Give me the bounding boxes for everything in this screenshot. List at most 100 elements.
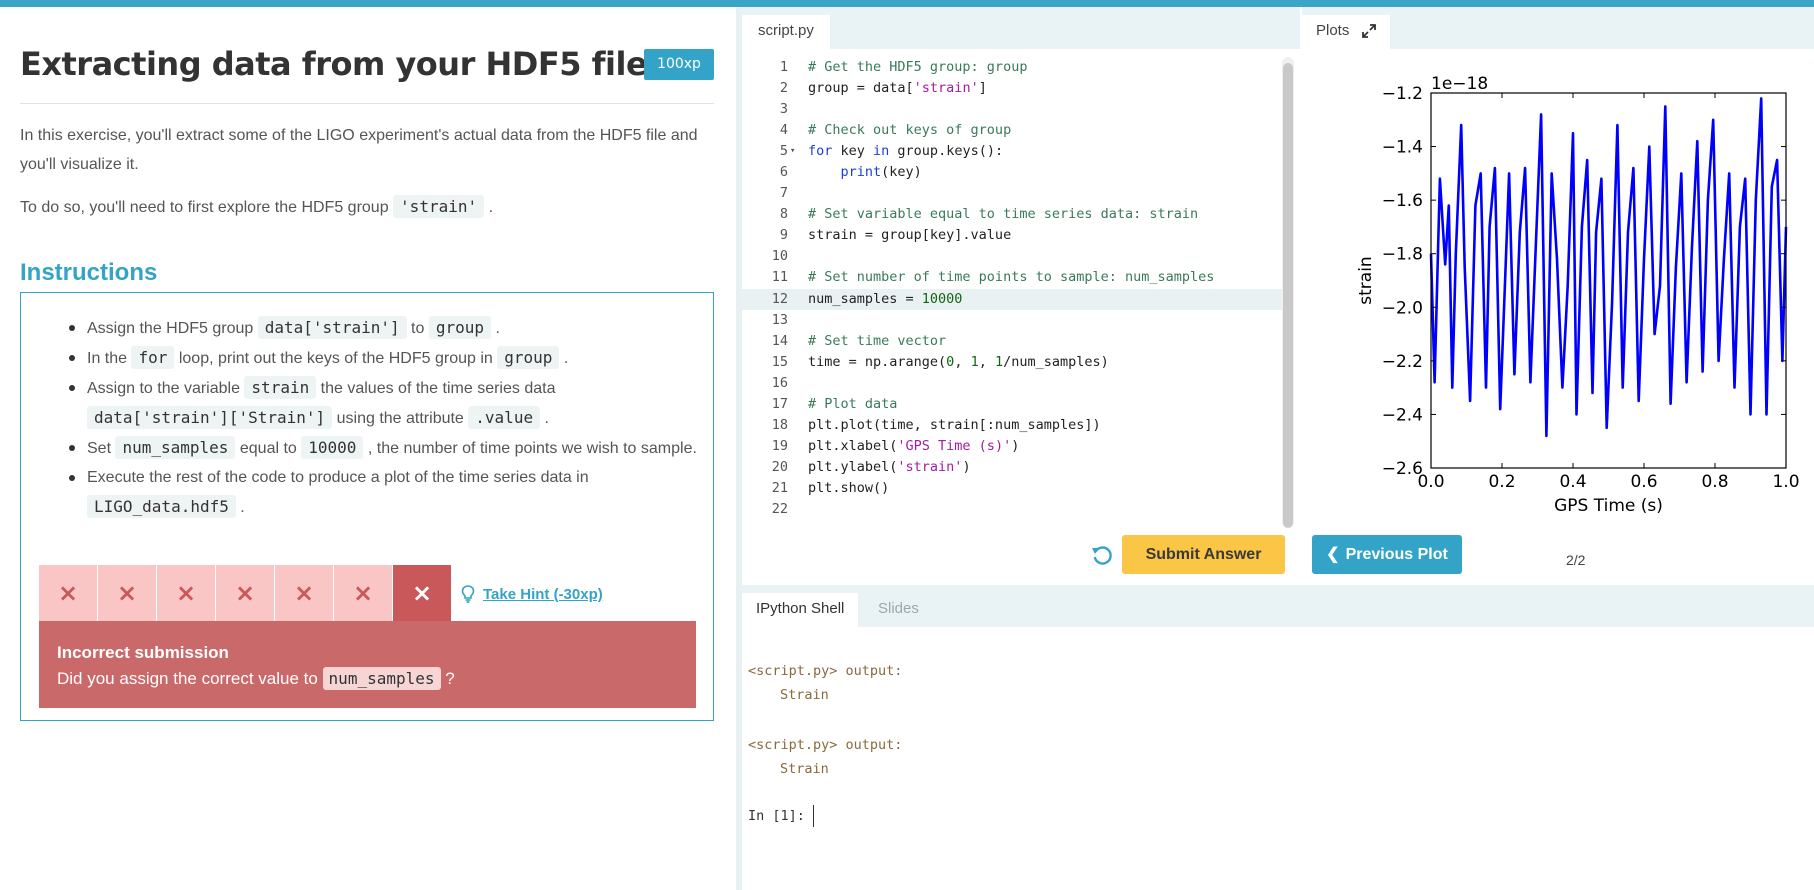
code-line[interactable]: 5 ▾ for key in group.keys(): [742, 141, 1282, 162]
line-number: 22 [771, 500, 788, 517]
exercise-description: In this exercise, you'll extract some of… [20, 127, 698, 173]
code-line[interactable]: 12 num_samples = 10000 [742, 288, 1282, 310]
instruction-text: . [491, 320, 500, 337]
para2-code: 'strain' [393, 195, 485, 218]
instruction-code: 10000 [301, 436, 364, 459]
line-code: plt.plot(time, strain[:num_samples]) [808, 416, 1101, 433]
code-line[interactable]: 10 [742, 246, 1282, 267]
exercise-title: Extracting data from your HDF5 file [20, 45, 648, 83]
attempt-marker: × [275, 565, 334, 621]
output-value: Strain [780, 687, 829, 703]
hint-label: Take Hint (-30xp) [483, 585, 603, 603]
y-tick-label: −1.4 [1382, 138, 1423, 158]
instruction-item: Set num_samples equal to 10000 , the num… [69, 433, 699, 463]
y-axis-label: strain [1356, 256, 1376, 304]
instruction-text: , the number of time points we wish to s… [363, 440, 697, 457]
line-code: num_samples = 10000 [808, 290, 963, 307]
code-line[interactable]: 19 plt.xlabel('GPS Time (s)') [742, 436, 1282, 457]
code-line[interactable]: 21 plt.show() [742, 478, 1282, 499]
fold-arrow-icon[interactable]: ▾ [790, 141, 795, 162]
code-line[interactable]: 11 # Set number of time points to sample:… [742, 267, 1282, 288]
code-line[interactable]: 1 # Get the HDF5 group: group [742, 57, 1282, 78]
attempt-marker: × [98, 565, 157, 621]
instruction-code: .value [468, 406, 541, 429]
y-tick-label: −2.0 [1382, 298, 1423, 318]
take-hint-link[interactable]: Take Hint (-30xp) [461, 585, 603, 603]
line-number: 4 [779, 122, 788, 139]
line-number: 8 [779, 206, 788, 223]
line-number: 10 [771, 248, 788, 265]
feedback-pre: Did you assign the correct value to [57, 669, 318, 688]
line-code: for key in group.keys(): [808, 143, 1004, 160]
instruction-text: . [540, 410, 549, 427]
editor-scrollbar-thumb[interactable] [1283, 63, 1293, 528]
attempt-marker: × [393, 565, 452, 621]
y-tick-label: −2.6 [1382, 459, 1423, 479]
line-number: 20 [771, 458, 788, 475]
previous-plot-button[interactable]: ❮ Previous Plot [1312, 535, 1462, 574]
shell-panel: IPython Shell Slides <script.py> output:… [742, 585, 1814, 890]
x-tick-label: 0.4 [1559, 472, 1586, 492]
instruction-item: Execute the rest of the code to produce … [69, 463, 699, 522]
feedback-post: ? [445, 669, 455, 688]
output-value: Strain [780, 761, 829, 777]
line-code: # Set number of time points to sample: n… [808, 269, 1215, 286]
code-line[interactable]: 20 plt.ylabel('strain') [742, 457, 1282, 478]
instruction-item: Assign to the variable strain the values… [69, 373, 699, 433]
code-line[interactable]: 6 print(key) [742, 162, 1282, 183]
tab-slides[interactable]: Slides [864, 593, 933, 627]
x-tick-label: 0.6 [1630, 472, 1657, 492]
instruction-code: data['strain']['Strain'] [87, 406, 333, 429]
code-line[interactable]: 2 group = data['strain'] [742, 78, 1282, 99]
y-offset-label: 1e−18 [1431, 74, 1488, 94]
instruction-text: . [235, 499, 245, 516]
submit-answer-button[interactable]: Submit Answer [1122, 535, 1285, 574]
attempt-marker: × [216, 565, 275, 621]
tab-ipython-shell[interactable]: IPython Shell [742, 593, 859, 627]
exercise-description-2: To do so, you'll need to first explore t… [20, 192, 493, 222]
instruction-code: group [428, 316, 492, 339]
reset-icon[interactable] [1090, 543, 1114, 567]
feedback-code: num_samples [322, 667, 441, 690]
x-tick-label: 1.0 [1772, 472, 1799, 492]
para2-text: To do so, you'll need to first explore t… [20, 199, 389, 216]
instruction-text: Assign the HDF5 group [87, 320, 258, 337]
line-number: 2 [779, 80, 788, 97]
tab-plots[interactable]: Plots [1302, 15, 1390, 49]
code-line[interactable]: 9 strain = group[key].value [742, 225, 1282, 246]
code-line[interactable]: 7 [742, 183, 1282, 204]
line-number: 12 [771, 290, 788, 307]
instruction-text: . [559, 350, 569, 367]
tab-script-py[interactable]: script.py [742, 15, 830, 49]
code-line[interactable]: 18 plt.plot(time, strain[:num_samples]) [742, 415, 1282, 436]
para2-post: . [488, 199, 494, 216]
instruction-code: for [131, 346, 175, 369]
code-area[interactable]: 1 # Get the HDF5 group: group 2 group = dat… [742, 57, 1282, 520]
line-code: group = data['strain'] [808, 80, 987, 97]
x-tick-label: 0.2 [1488, 472, 1515, 492]
code-line[interactable]: 14 # Set time vector [742, 331, 1282, 352]
code-line[interactable]: 16 [742, 373, 1282, 394]
code-line[interactable]: 8 # Set variable equal to time series dat… [742, 204, 1282, 225]
instruction-item: Assign the HDF5 group data['strain'] to … [69, 313, 699, 343]
instruction-text: In the [87, 350, 132, 367]
shell-prompt[interactable]: In [1]: [748, 805, 814, 827]
code-line[interactable]: 3 [742, 99, 1282, 120]
feedback-title: Incorrect submission [57, 643, 229, 662]
code-editor-panel: script.py 1 # Get the HDF5 group: group 2 g… [742, 7, 1300, 585]
code-line[interactable]: 4 # Check out keys of group [742, 120, 1282, 141]
shell-output-1: <script.py> output: Strain [748, 663, 902, 703]
code-line[interactable]: 17 # Plot data [742, 394, 1282, 415]
line-number: 16 [771, 374, 788, 391]
line-number: 15 [771, 353, 788, 370]
code-line[interactable]: 13 [742, 310, 1282, 331]
code-line[interactable]: 22 [742, 499, 1282, 520]
line-code: plt.ylabel('strain') [808, 458, 971, 475]
expand-icon[interactable] [1361, 24, 1376, 38]
instruction-text: Execute the rest of the code to produce … [87, 469, 589, 486]
line-code: # Plot data [808, 395, 898, 412]
top-accent-bar [0, 0, 1814, 7]
line-code: print(key) [840, 164, 922, 181]
code-line[interactable]: 15 time = np.arange(0, 1, 1/num_samples) [742, 352, 1282, 373]
instruction-code: group [497, 346, 560, 369]
